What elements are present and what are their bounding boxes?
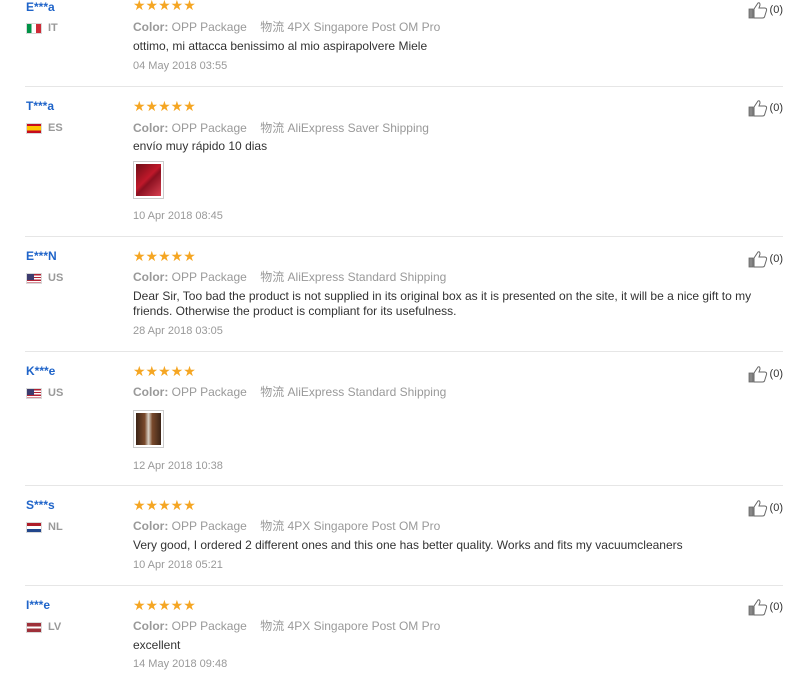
shipping-value: 4PX Singapore Post OM Pro: [287, 619, 441, 633]
thumbs-up-icon: [748, 599, 767, 616]
thumbs-up-icon: [748, 100, 767, 117]
shipping-value: 4PX Singapore Post OM Pro: [287, 519, 441, 533]
shipping-label: 物流: [260, 619, 285, 633]
color-value: OPP Package: [171, 20, 247, 34]
rating-stars: ★★★★★: [133, 363, 196, 379]
color-value: OPP Package: [171, 121, 247, 135]
reviewer-country: US: [26, 387, 63, 399]
review-date: 10 Apr 2018 05:21: [133, 559, 223, 571]
country-code: LV: [48, 621, 62, 633]
helpful-button[interactable]: (0): [748, 365, 783, 383]
shipping-label: 物流: [260, 519, 285, 533]
reviewer-name[interactable]: E***a: [26, 0, 55, 14]
shipping-label: 物流: [260, 385, 285, 399]
color-value: OPP Package: [171, 519, 247, 533]
review-date: 12 Apr 2018 10:38: [133, 460, 223, 472]
review-text: Very good, I ordered 2 different ones an…: [133, 538, 683, 552]
review-date: 10 Apr 2018 08:45: [133, 210, 223, 222]
rating-stars: ★★★★★: [133, 248, 196, 264]
review-date: 28 Apr 2018 03:05: [133, 325, 223, 337]
usa-flag-icon: [26, 272, 42, 284]
order-attributes: Color: OPP Package 物流 AliExpress Saver S…: [133, 119, 429, 136]
review-text: excellent: [133, 638, 181, 652]
order-attributes: Color: OPP Package 物流 AliExpress Standar…: [133, 268, 446, 285]
color-value: OPP Package: [171, 385, 247, 399]
review-photo[interactable]: [133, 410, 164, 448]
thumbs-up-icon: [748, 500, 767, 517]
reviewer-name[interactable]: T***a: [26, 99, 54, 113]
netherlands-flag-icon: [26, 521, 42, 533]
country-code: ES: [48, 122, 63, 134]
helpful-count: (0): [769, 368, 783, 380]
review-item: K***e US ★★★★★ Color: OPP Package 物流 Ali…: [25, 352, 783, 486]
color-value: OPP Package: [171, 619, 247, 633]
usa-flag-icon: [26, 387, 42, 399]
review-item: T***a ES ★★★★★ Color: OPP Package 物流 Ali…: [25, 87, 783, 237]
reviewer-name[interactable]: K***e: [26, 364, 55, 378]
thumbs-up-icon: [748, 366, 767, 383]
helpful-count: (0): [769, 253, 783, 265]
color-label: Color:: [133, 270, 169, 284]
rating-stars: ★★★★★: [133, 597, 196, 613]
rating-stars: ★★★★★: [133, 497, 196, 513]
color-label: Color:: [133, 619, 169, 633]
reviewer-name[interactable]: I***e: [26, 598, 50, 612]
helpful-button[interactable]: (0): [748, 499, 783, 517]
reviewer-name[interactable]: S***s: [26, 498, 55, 512]
order-attributes: Color: OPP Package 物流 AliExpress Standar…: [133, 383, 446, 400]
helpful-count: (0): [769, 601, 783, 613]
thumbs-up-icon: [748, 251, 767, 268]
helpful-button[interactable]: (0): [748, 598, 783, 616]
review-item: S***s NL ★★★★★ Color: OPP Package 物流 4PX…: [25, 486, 783, 586]
color-value: OPP Package: [171, 270, 247, 284]
shipping-value: AliExpress Saver Shipping: [287, 121, 429, 135]
shipping-value: 4PX Singapore Post OM Pro: [287, 20, 441, 34]
order-attributes: Color: OPP Package 物流 4PX Singapore Post…: [133, 517, 440, 534]
reviewer-country: LV: [26, 621, 61, 633]
color-label: Color:: [133, 385, 169, 399]
spain-flag-icon: [26, 122, 42, 134]
review-text: Dear Sir, Too bad the product is not sup…: [133, 289, 752, 318]
rating-stars: ★★★★★: [133, 98, 196, 114]
order-attributes: Color: OPP Package 物流 4PX Singapore Post…: [133, 18, 440, 35]
country-code: US: [48, 387, 64, 399]
shipping-label: 物流: [260, 20, 285, 34]
color-label: Color:: [133, 20, 169, 34]
review-item: I***e LV ★★★★★ Color: OPP Package 物流 4PX…: [25, 586, 783, 676]
review-text: envío muy rápido 10 dias: [133, 139, 268, 153]
country-code: IT: [48, 22, 58, 34]
helpful-count: (0): [769, 4, 783, 16]
latvia-flag-icon: [26, 621, 42, 633]
order-attributes: Color: OPP Package 物流 4PX Singapore Post…: [133, 617, 440, 634]
rating-stars: ★★★★★: [133, 0, 196, 13]
reviewer-country: ES: [26, 122, 63, 134]
color-label: Color:: [133, 519, 169, 533]
helpful-button[interactable]: (0): [748, 250, 783, 268]
review-date: 14 May 2018 09:48: [133, 658, 228, 670]
color-label: Color:: [133, 121, 169, 135]
country-code: NL: [48, 521, 63, 533]
review-text: ottimo, mi attacca benissimo al mio aspi…: [133, 39, 428, 53]
review-photo[interactable]: [133, 161, 164, 199]
review-date: 04 May 2018 03:55: [133, 60, 228, 72]
review-item: E***N US ★★★★★ Color: OPP Package 物流 Ali…: [25, 237, 783, 352]
review-item: E***a IT ★★★★★ Color: OPP Package 物流 4PX…: [25, 0, 783, 87]
shipping-label: 物流: [260, 121, 285, 135]
shipping-value: AliExpress Standard Shipping: [287, 385, 447, 399]
thumbs-up-icon: [748, 2, 767, 19]
helpful-button[interactable]: (0): [748, 1, 783, 19]
shipping-label: 物流: [260, 270, 285, 284]
helpful-count: (0): [769, 102, 783, 114]
reviewer-country: US: [26, 272, 63, 284]
helpful-button[interactable]: (0): [748, 99, 783, 117]
reviewer-name[interactable]: E***N: [26, 249, 57, 263]
country-code: US: [48, 272, 64, 284]
helpful-count: (0): [769, 502, 783, 514]
reviewer-country: IT: [26, 22, 58, 34]
reviewer-country: NL: [26, 521, 63, 533]
shipping-value: AliExpress Standard Shipping: [287, 270, 447, 284]
italy-flag-icon: [26, 22, 42, 34]
